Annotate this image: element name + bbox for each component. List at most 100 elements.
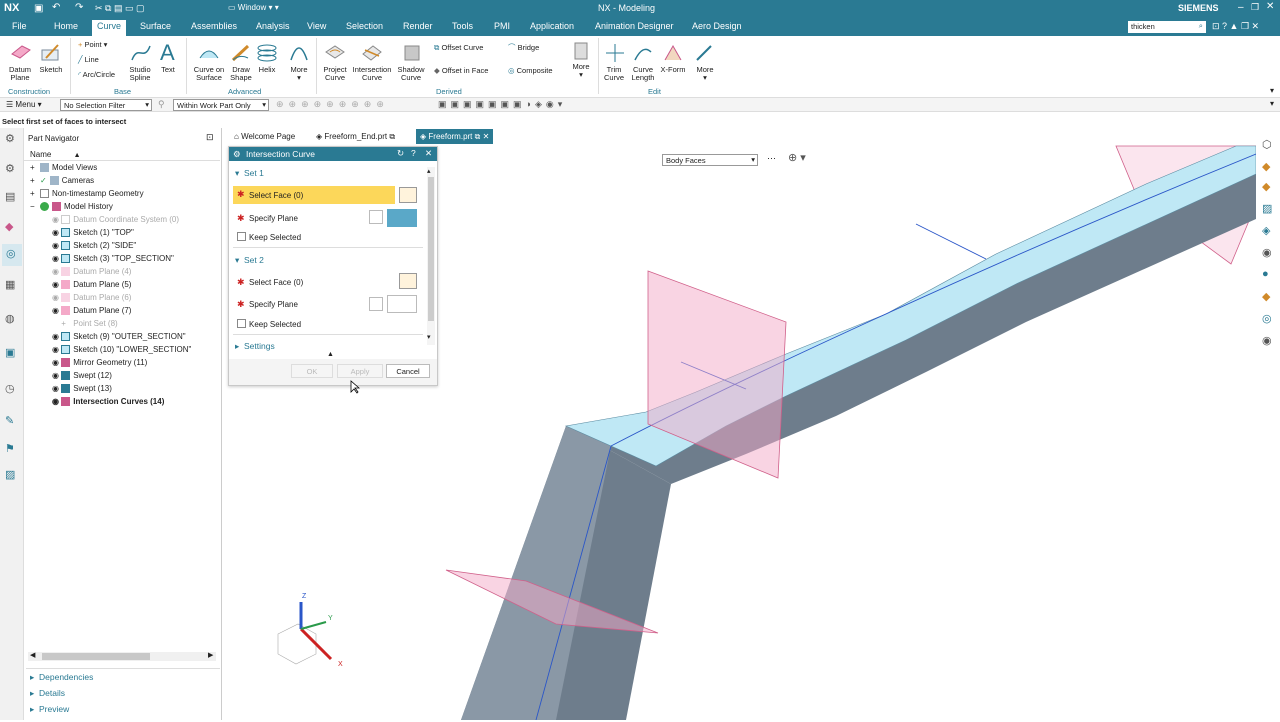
- studio-spline-button[interactable]: Studio Spline: [126, 66, 154, 82]
- tree-item-datum-plane-6[interactable]: ◉ Datum Plane (6): [52, 291, 131, 304]
- menu-assemblies[interactable]: Assemblies: [191, 21, 237, 31]
- navigator-close-icon[interactable]: ⊡: [206, 132, 214, 143]
- line-button[interactable]: ╱ Line: [78, 56, 99, 64]
- visibility-icon[interactable]: ◉: [52, 345, 59, 354]
- layers-icon[interactable]: ◈: [1262, 224, 1270, 237]
- dialog-gear-icon[interactable]: ⚙: [233, 149, 241, 160]
- history-icon[interactable]: ▣: [5, 346, 15, 359]
- advanced-more-button[interactable]: More ▾: [288, 66, 310, 82]
- menu-view[interactable]: View: [307, 21, 326, 31]
- reset-icon[interactable]: ↻: [397, 148, 404, 159]
- project-curve-button[interactable]: Project Curve: [320, 66, 350, 82]
- roles-icon[interactable]: ✎: [5, 414, 14, 427]
- menu-application[interactable]: Application: [530, 21, 574, 31]
- visibility-icon[interactable]: ◉: [52, 228, 59, 237]
- tree-item-swept-12[interactable]: ◉ Swept (12): [52, 369, 112, 382]
- ribbon-options-icons[interactable]: ⊡ ? ▲ ❐ ✕: [1212, 21, 1259, 32]
- redo-icon[interactable]: ↷: [75, 2, 83, 13]
- section-dependencies[interactable]: ▸ Dependencies: [30, 672, 93, 683]
- xform-button[interactable]: X-Form: [660, 66, 686, 74]
- ribbon-collapse-icon[interactable]: ▾: [1270, 86, 1274, 95]
- toolbar-overflow-icon[interactable]: ▾: [1270, 99, 1274, 108]
- intersection-curve-button[interactable]: Intersection Curve: [352, 66, 392, 82]
- assembly-navigator-icon[interactable]: ⚙: [5, 162, 15, 175]
- menu-analysis[interactable]: Analysis: [256, 21, 290, 31]
- scroll-up-icon[interactable]: ▴: [427, 167, 431, 175]
- process-studio-icon[interactable]: ◷: [5, 382, 15, 395]
- visibility-icon[interactable]: ◉: [52, 241, 59, 250]
- tree-item-swept-13[interactable]: ◉ Swept (13): [52, 382, 112, 395]
- selection-scope-dropdown[interactable]: Within Work Part Only: [173, 99, 269, 111]
- visibility-icon[interactable]: ◉: [52, 267, 59, 276]
- composite-button[interactable]: ◎ Composite: [508, 67, 553, 75]
- helix-button[interactable]: Helix: [258, 66, 276, 74]
- visibility-icon[interactable]: ◉: [52, 254, 59, 263]
- hidden-objects-icon[interactable]: ◉: [1262, 334, 1272, 347]
- keep-selected-1-checkbox[interactable]: [237, 232, 246, 241]
- menu-aero-design[interactable]: Aero Design: [692, 21, 742, 31]
- constraint-navigator-icon[interactable]: ▤: [5, 190, 15, 203]
- derived-more-button[interactable]: More ▾: [570, 63, 592, 79]
- minimize-icon[interactable]: –: [1238, 2, 1244, 13]
- visibility-icon[interactable]: ◉: [52, 306, 59, 315]
- tree-item-sketch-10[interactable]: ◉ Sketch (10) "LOWER_SECTION": [52, 343, 191, 356]
- window-menu[interactable]: ▭ Window ▾ ▾: [228, 3, 279, 12]
- inferred-plane-2-icon[interactable]: [387, 295, 417, 313]
- expand-dialog-icon[interactable]: ▲: [327, 351, 334, 358]
- visibility-icon[interactable]: ◉: [52, 358, 59, 367]
- menu-curve[interactable]: Curve: [92, 20, 127, 36]
- section-view-icon[interactable]: ▨: [1262, 202, 1272, 215]
- arc-circle-button[interactable]: ◜ Arc/Circle: [78, 71, 115, 79]
- tree-item-sketch-1[interactable]: ◉ Sketch (1) "TOP": [52, 226, 134, 239]
- edit-more-button[interactable]: More ▾: [694, 66, 716, 82]
- menu-selection[interactable]: Selection: [346, 21, 383, 31]
- text-button[interactable]: Text: [158, 66, 178, 74]
- part-navigator-icon[interactable]: ◆: [5, 220, 13, 233]
- section-details[interactable]: ▸ Details: [30, 688, 65, 699]
- view-toolbar-icons[interactable]: ▣▣▣▣▣▣▣◑◈◉▾: [438, 99, 566, 110]
- inferred-plane-1-icon[interactable]: [387, 209, 417, 227]
- scroll-left-icon[interactable]: ◀: [30, 651, 35, 659]
- group-settings[interactable]: ▸ Settings: [235, 341, 275, 352]
- dialog-scrollbar-thumb[interactable]: [428, 177, 434, 321]
- menu-file[interactable]: File: [12, 21, 27, 31]
- more-options-icon[interactable]: ⋯: [767, 153, 776, 164]
- dialog-close-icon[interactable]: ✕: [425, 148, 432, 159]
- active-navigator-icon[interactable]: ◎: [2, 244, 22, 266]
- tree-item-sketch-3[interactable]: ◉ Sketch (3) "TOP_SECTION": [52, 252, 174, 265]
- menu-render[interactable]: Render: [403, 21, 433, 31]
- menu-surface[interactable]: Surface: [140, 21, 171, 31]
- column-header-name[interactable]: Name ▲: [24, 148, 220, 161]
- snap-point-icons[interactable]: ⊕⊕⊕⊕⊕⊕⊕⊕⊕: [276, 99, 389, 110]
- apply-button[interactable]: Apply: [337, 364, 383, 378]
- curve-on-surface-button[interactable]: Curve on Surface: [192, 66, 226, 82]
- tree-item-sketch-9[interactable]: ◉ Sketch (9) "OUTER_SECTION": [52, 330, 186, 343]
- selection-filter-dropdown[interactable]: No Selection Filter: [60, 99, 152, 111]
- select-face-1-row[interactable]: ✱ Select Face (0): [233, 186, 395, 204]
- visibility-icon[interactable]: ◉: [52, 384, 59, 393]
- scroll-right-icon[interactable]: ▶: [208, 651, 213, 659]
- curve-length-button[interactable]: Curve Length: [628, 66, 658, 82]
- visibility-icon[interactable]: ◉: [52, 371, 59, 380]
- menu-pmi[interactable]: PMI: [494, 21, 510, 31]
- filter-icon[interactable]: ⚲: [158, 99, 165, 110]
- tab-freeform[interactable]: ◈ Freeform.prt ⧉ ✕: [416, 129, 494, 144]
- restore-icon[interactable]: ❐: [1251, 2, 1259, 13]
- offset-curve-button[interactable]: ⧉ Offset Curve: [434, 44, 483, 52]
- section-preview[interactable]: ▸ Preview: [30, 704, 69, 715]
- face-selector-2-icon[interactable]: [399, 273, 417, 289]
- settings-gear-icon[interactable]: ⚙: [5, 132, 15, 145]
- visibility-icon[interactable]: ◉: [52, 280, 59, 289]
- trim-curve-button[interactable]: Trim Curve: [602, 66, 626, 82]
- menu-home[interactable]: Home: [54, 21, 78, 31]
- plane-dialog-1-icon[interactable]: [369, 210, 383, 224]
- tree-item-cameras[interactable]: + ✓ Cameras: [30, 174, 94, 187]
- plane-dialog-2-icon[interactable]: [369, 297, 383, 311]
- render-style-icon[interactable]: ◆: [1262, 180, 1270, 193]
- shaded-icon[interactable]: ◆: [1262, 160, 1270, 173]
- web-browser-icon[interactable]: ◍: [5, 312, 15, 325]
- system-materials-icon[interactable]: ⚑: [5, 442, 15, 455]
- tree-item-datum-csys[interactable]: ◉ Datum Coordinate System (0): [52, 213, 179, 226]
- tree-item-model-history[interactable]: − Model History: [30, 200, 113, 213]
- visualization-icon[interactable]: ◎: [1262, 312, 1272, 325]
